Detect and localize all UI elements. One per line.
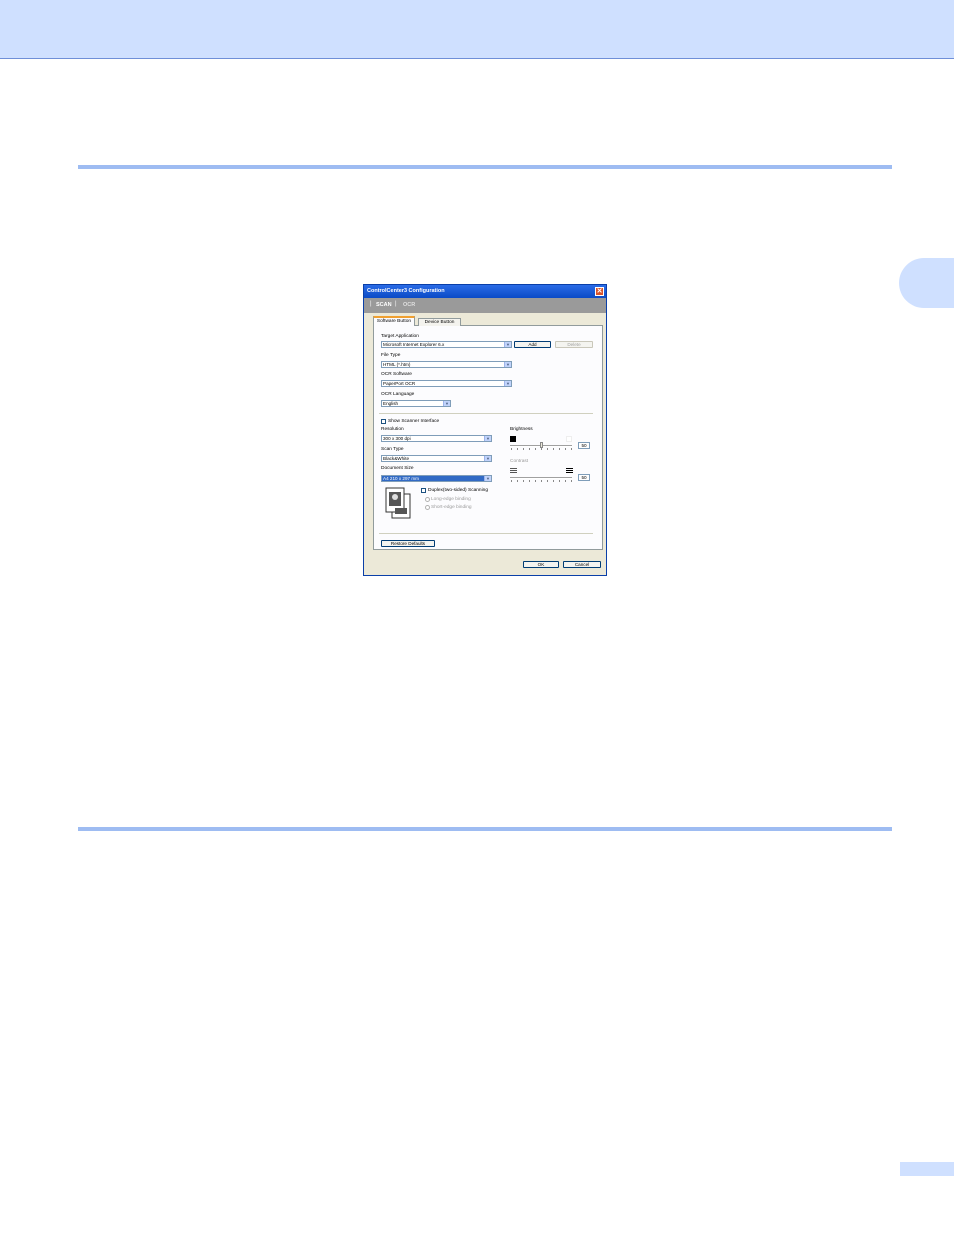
top-tabs: | SCAN | OCR [364,298,606,313]
slider-tick [523,480,524,482]
show-scanner-interface-label: Show Scanner Interface [388,419,440,424]
slider-tick [559,480,560,482]
resolution-value: 300 x 300 dpi [383,436,411,441]
chevron-down-icon[interactable]: ▼ [504,381,511,386]
target-application-select[interactable]: Microsoft Internet Explorer 6.x ▼ [381,341,512,348]
long-edge-label: Long-edge binding [431,497,471,502]
close-icon[interactable]: ✕ [595,287,604,296]
file-type-value: HTML (*.htm) [383,362,411,367]
cancel-button[interactable]: Cancel [563,561,601,568]
tab-ocr[interactable]: OCR [403,302,415,308]
slider-tick [541,448,542,450]
resolution-label: Resolution [381,427,404,432]
tab-device-button[interactable]: Device Button [418,318,461,326]
section-rule-top [78,165,892,169]
slider-tick [571,480,572,482]
slider-tick [535,448,536,450]
slider-tick [547,448,548,450]
ocr-language-label: OCR Language [381,392,415,397]
contrast-slider[interactable] [510,477,572,479]
slider-tick [565,448,566,450]
duplex-document-icon [385,487,411,519]
brightness-value-box[interactable]: 50 [578,442,590,449]
page-number-tab [900,1162,954,1176]
light-square-icon [566,436,572,442]
header-band [0,0,954,59]
tab-scan[interactable]: SCAN [376,302,392,308]
slider-tick [523,448,524,450]
slider-tick [511,448,512,450]
high-contrast-icon [566,468,573,473]
contrast-value-box[interactable]: 50 [578,474,590,481]
slider-tick [529,480,530,482]
document-size-value: A4 210 x 297 mm [383,476,420,481]
tab-separator: | [395,301,397,307]
slider-tick [541,480,542,482]
section-rule-bottom [78,827,892,831]
slider-tick [571,448,572,450]
chevron-down-icon[interactable]: ▼ [504,342,511,347]
document-size-select[interactable]: A4 210 x 297 mm ▼ [381,475,492,482]
dialog-titlebar[interactable]: ControlCenter3 Configuration ✕ [364,285,606,298]
chapter-tab [899,258,954,308]
scan-type-label: Scan Type [381,447,404,452]
target-application-value: Microsoft Internet Explorer 6.x [383,342,445,347]
brightness-label: Brightness [510,427,533,432]
target-application-label: Target Application [381,334,419,339]
scan-type-select[interactable]: Black&White ▼ [381,455,492,462]
chevron-down-icon[interactable]: ▼ [484,436,491,441]
slider-tick [517,448,518,450]
delete-button[interactable]: Delete [555,341,593,348]
ocr-software-label: OCR Software [381,372,412,377]
dialog-title: ControlCenter3 Configuration [367,288,445,294]
chevron-down-icon[interactable]: ▼ [484,476,491,481]
show-scanner-interface-checkbox[interactable] [381,419,386,424]
dark-square-icon [510,436,516,442]
duplex-checkbox[interactable] [421,488,426,493]
file-type-label: File Type [381,353,401,358]
short-edge-radio[interactable] [425,505,430,510]
long-edge-radio[interactable] [425,497,430,502]
chevron-down-icon[interactable]: ▼ [504,362,511,367]
ocr-software-select[interactable]: PaperPort OCR ▼ [381,380,512,387]
slider-tick [553,448,554,450]
add-button[interactable]: Add [514,341,551,348]
tab-software-button[interactable]: Software Button [373,316,415,326]
chevron-down-icon[interactable]: ▼ [484,456,491,461]
duplex-label: Duplex(two-sided) Scanning [428,488,488,493]
slider-tick [559,448,560,450]
slider-tick [547,480,548,482]
slider-tick [565,480,566,482]
resolution-select[interactable]: 300 x 300 dpi ▼ [381,435,492,442]
contrast-label: Contrast [510,459,529,464]
divider [379,533,593,534]
file-type-select[interactable]: HTML (*.htm) ▼ [381,361,512,368]
scan-type-value: Black&White [383,456,410,461]
slider-tick [553,480,554,482]
slider-tick [535,480,536,482]
slider-tick [511,480,512,482]
document-size-label: Document Size [381,466,414,471]
restore-defaults-button[interactable]: Restore Defaults [381,540,435,547]
ocr-language-value: English [383,401,399,406]
short-edge-label: Short-edge binding [431,505,472,510]
low-contrast-icon [510,468,517,473]
slider-tick [529,448,530,450]
ok-button[interactable]: OK [523,561,559,568]
divider [379,413,593,414]
ocr-software-value: PaperPort OCR [383,381,416,386]
slider-tick [517,480,518,482]
tab-separator: | [370,301,372,307]
chevron-down-icon[interactable]: ▼ [443,401,450,406]
controlcenter-dialog: ControlCenter3 Configuration ✕ | SCAN | … [363,284,607,576]
ocr-language-select[interactable]: English ▼ [381,400,451,407]
